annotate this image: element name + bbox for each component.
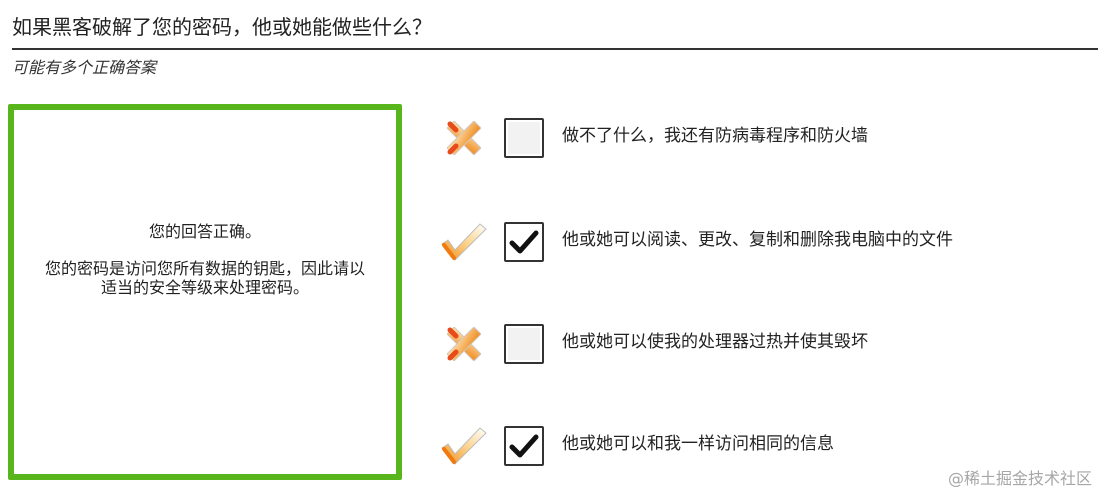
quiz-page: 如果黑客破解了您的密码，他或她能做些什么？ 可能有多个正确答案 您的回答正确。 … (0, 0, 1098, 497)
feedback-status: 您的回答正确。 (148, 222, 261, 241)
option-4-label: 他或她可以和我一样访问相同的信息 (562, 434, 834, 454)
question-title: 如果黑客破解了您的密码，他或她能做些什么？ (12, 15, 432, 39)
option-1-label: 做不了什么，我还有防病毒程序和防火墙 (562, 126, 868, 146)
checkmark-icon (509, 434, 539, 458)
answer-option-4: 他或她可以和我一样访问相同的信息 (440, 424, 1080, 468)
feedback-explanation: 您的密码是访问您所有数据的钥匙，因此请以适当的安全等级来处理密码。 (44, 259, 365, 297)
watermark: @稀土掘金技术社区 (947, 469, 1092, 488)
check-icon (440, 220, 488, 264)
title-divider (12, 48, 1098, 50)
option-1-checkbox[interactable] (504, 118, 544, 158)
option-3-label: 他或她可以使我的处理器过热并使其毁坏 (562, 332, 868, 352)
option-3-checkbox[interactable] (504, 324, 544, 364)
cross-icon (440, 322, 488, 366)
feedback-content: 您的回答正确。 您的密码是访问您所有数据的钥匙，因此请以适当的安全等级来处理密码… (14, 222, 396, 297)
question-hint: 可能有多个正确答案 (12, 58, 157, 77)
answer-option-1: 做不了什么，我还有防病毒程序和防火墙 (440, 116, 1080, 160)
option-4-checkbox[interactable] (504, 426, 544, 466)
checkmark-icon (509, 230, 539, 254)
cross-icon (440, 116, 488, 160)
option-2-checkbox[interactable] (504, 222, 544, 262)
answer-option-3: 他或她可以使我的处理器过热并使其毁坏 (440, 322, 1080, 366)
answer-option-2: 他或她可以阅读、更改、复制和删除我电脑中的文件 (440, 220, 1080, 264)
option-2-label: 他或她可以阅读、更改、复制和删除我电脑中的文件 (562, 230, 953, 250)
feedback-panel: 您的回答正确。 您的密码是访问您所有数据的钥匙，因此请以适当的安全等级来处理密码… (8, 104, 402, 480)
check-icon (440, 424, 488, 468)
